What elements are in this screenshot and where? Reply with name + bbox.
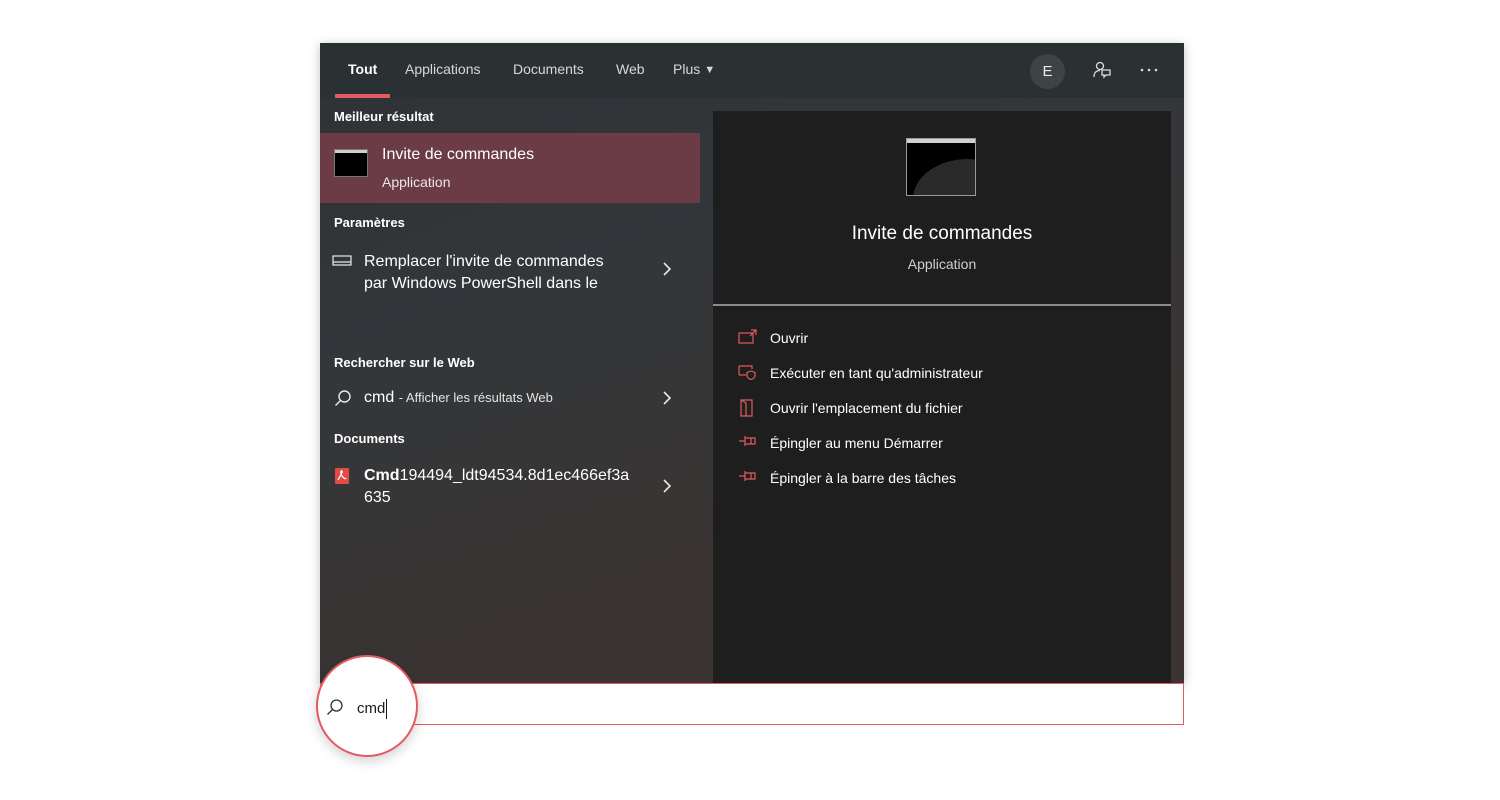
action-pin-taskbar[interactable]: Épingler à la barre des tâches (713, 465, 1171, 493)
command-prompt-large-icon (906, 138, 976, 196)
document-name-rest: 194494_ldt94534.8d1ec466ef3a (399, 467, 630, 484)
pin-icon (738, 469, 758, 488)
best-match-item[interactable]: Invite de commandes Application (320, 133, 700, 203)
preview-subtitle: Application (907, 256, 977, 272)
settings-item[interactable]: Remplacer l'invite de commandes par Wind… (320, 238, 700, 294)
tab-all[interactable]: Tout (335, 43, 391, 98)
document-name-line2: 635 (364, 489, 391, 506)
search-box-magnified[interactable]: cmd (316, 655, 418, 757)
search-icon (334, 389, 352, 412)
action-open-file-location-label: Ouvrir l'emplacement du fichier (770, 400, 963, 416)
document-item[interactable]: Cmd194494_ldt94534.8d1ec466ef3a 635 (320, 462, 700, 512)
filter-tab-bar: Tout Applications Documents Web Plus ▼ E (320, 43, 1184, 98)
preview-divider (713, 304, 1171, 306)
tab-documents-label: Documents (513, 61, 584, 77)
documents-heading: Documents (334, 431, 405, 446)
caret-down-icon: ▼ (704, 64, 716, 76)
settings-item-line2: par Windows PowerShell dans le (364, 275, 598, 292)
file-location-icon (738, 399, 758, 422)
results-list: Meilleur résultat Invite de commandes Ap… (320, 98, 700, 683)
display-icon (332, 254, 352, 272)
web-search-item[interactable]: cmd - Afficher les résultats Web (320, 383, 700, 413)
action-run-as-admin[interactable]: Exécuter en tant qu'administrateur (713, 360, 1171, 388)
action-open-file-location[interactable]: Ouvrir l'emplacement du fichier (713, 395, 1171, 423)
more-options-icon[interactable] (1134, 56, 1164, 84)
feedback-icon[interactable] (1087, 56, 1117, 84)
tab-applications-label: Applications (405, 61, 481, 77)
chevron-right-icon (663, 262, 672, 281)
action-pin-start[interactable]: Épingler au menu Démarrer (713, 430, 1171, 458)
chevron-right-icon (663, 479, 672, 498)
tab-documents[interactable]: Documents (513, 43, 584, 98)
search-box[interactable] (320, 683, 1184, 725)
preview-pane: Invite de commandes Application Ouvrir E… (713, 111, 1171, 683)
search-icon (326, 698, 344, 721)
action-pin-start-label: Épingler au menu Démarrer (770, 435, 943, 451)
settings-item-line1: Remplacer l'invite de commandes (364, 253, 604, 270)
action-run-as-admin-label: Exécuter en tant qu'administrateur (770, 365, 983, 381)
best-match-heading: Meilleur résultat (334, 109, 434, 124)
tab-more-label: Plus (673, 61, 701, 77)
search-panel: Tout Applications Documents Web Plus▼ E (320, 43, 1184, 683)
tab-more[interactable]: Plus ▼ (673, 43, 715, 98)
action-open-label: Ouvrir (770, 330, 809, 346)
action-open[interactable]: Ouvrir (713, 325, 1171, 353)
web-search-query: cmd (364, 389, 395, 406)
command-prompt-icon (334, 149, 368, 177)
best-match-kind: Application (382, 174, 451, 190)
tab-web-label: Web (616, 61, 645, 77)
search-input[interactable]: cmd (357, 699, 388, 719)
settings-heading: Paramètres (334, 215, 405, 230)
pdf-file-icon (335, 468, 349, 489)
web-search-suffix: - Afficher les résultats Web (398, 390, 553, 405)
run-as-admin-icon (738, 364, 758, 385)
pin-icon (738, 434, 758, 453)
tab-web[interactable]: Web (616, 43, 645, 98)
best-match-name: Invite de commandes (382, 146, 535, 163)
tab-applications[interactable]: Applications (405, 43, 481, 98)
tab-all-label: Tout (348, 61, 378, 77)
open-icon (738, 329, 758, 350)
web-search-heading: Rechercher sur le Web (334, 355, 475, 370)
action-pin-taskbar-label: Épingler à la barre des tâches (770, 470, 956, 486)
account-avatar[interactable]: E (1030, 54, 1065, 89)
document-name-match: Cmd (364, 467, 400, 484)
chevron-right-icon (663, 391, 672, 410)
preview-title: Invite de commandes (851, 223, 1033, 244)
